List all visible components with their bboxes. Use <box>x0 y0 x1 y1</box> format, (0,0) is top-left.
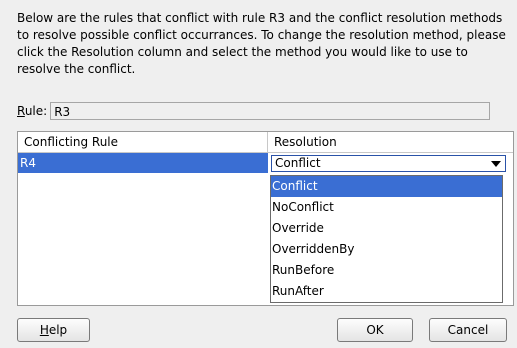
ok-button[interactable]: OK <box>337 318 413 342</box>
resolution-dropdown-list[interactable]: Conflict NoConflict Override OverriddenB… <box>270 175 503 303</box>
help-button-mnemonic: H <box>39 323 49 337</box>
resolve-conflicts-dialog: Below are the rules that conflict with r… <box>0 0 517 348</box>
dropdown-option-runbefore[interactable]: RunBefore <box>271 260 502 281</box>
rule-label-rest: ule: <box>24 104 48 118</box>
dropdown-option-conflict[interactable]: Conflict <box>271 176 502 197</box>
dropdown-option-overriddenby[interactable]: OverriddenBy <box>271 239 502 260</box>
resolution-combobox-value: Conflict <box>272 156 324 171</box>
column-header-resolution[interactable]: Resolution <box>268 132 513 152</box>
resolution-combobox[interactable]: Conflict <box>271 155 506 172</box>
rule-field[interactable]: R3 <box>50 102 491 120</box>
conflicting-rule-cell[interactable]: R4 <box>18 153 268 173</box>
rule-label: Rule: <box>17 104 47 118</box>
dropdown-option-override[interactable]: Override <box>271 218 502 239</box>
rule-row: Rule: R3 <box>17 100 491 122</box>
instructions-text: Below are the rules that conflict with r… <box>17 11 506 76</box>
resolution-cell[interactable]: Conflict <box>268 153 513 173</box>
cancel-button[interactable]: Cancel <box>429 318 507 342</box>
help-button-label: Help <box>40 323 67 337</box>
table-header: Conflicting Rule Resolution <box>18 132 513 153</box>
help-button-label-rest: elp <box>48 323 68 337</box>
help-button[interactable]: Help <box>17 318 90 342</box>
column-header-conflicting-rule[interactable]: Conflicting Rule <box>18 132 268 152</box>
rule-label-mnemonic: R <box>17 104 25 118</box>
dropdown-option-runafter[interactable]: RunAfter <box>271 281 502 302</box>
dropdown-option-noconflict[interactable]: NoConflict <box>271 197 502 218</box>
table-row[interactable]: R4 Conflict <box>18 153 513 173</box>
chevron-down-icon[interactable] <box>491 161 501 167</box>
